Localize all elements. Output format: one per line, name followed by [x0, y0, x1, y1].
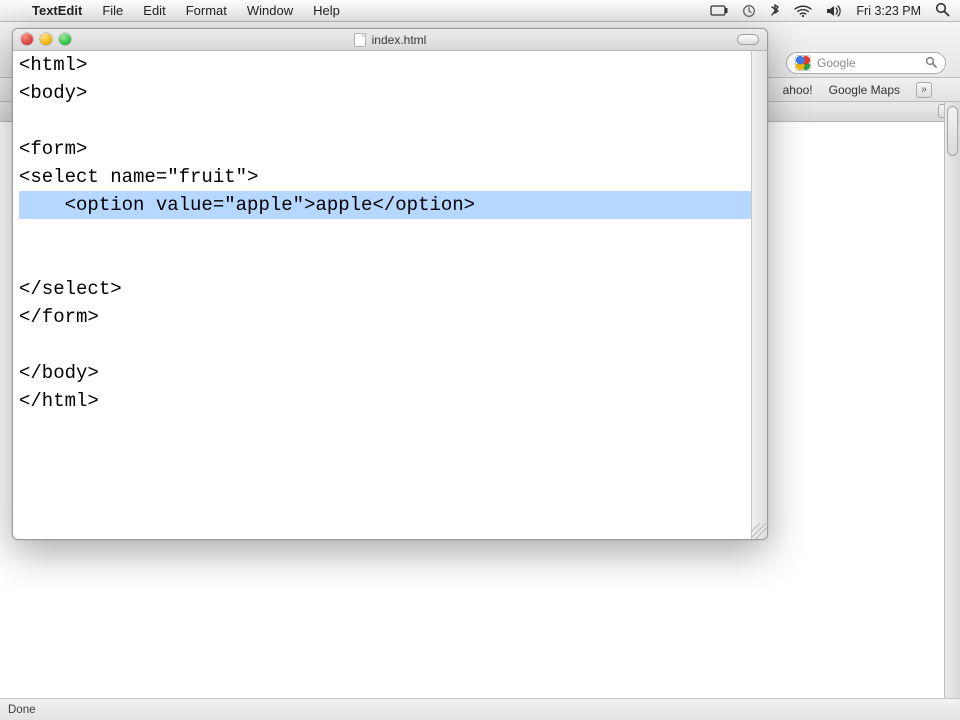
search-icon — [925, 56, 937, 71]
menu-window[interactable]: Window — [237, 3, 303, 18]
bluetooth-menu-icon[interactable] — [770, 3, 780, 19]
menu-format[interactable]: Format — [176, 3, 237, 18]
toolbar-toggle-button[interactable] — [737, 34, 759, 45]
menu-file[interactable]: File — [92, 3, 133, 18]
browser-status-bar: Done — [0, 698, 960, 720]
editor-line-selected[interactable]: <option value="apple">apple</option> — [19, 191, 751, 219]
menu-edit[interactable]: Edit — [133, 3, 175, 18]
menu-bar: TextEdit File Edit Format Window Help Fr… — [0, 0, 960, 22]
editor-line[interactable]: <body> — [19, 79, 751, 107]
editor-line[interactable]: <form> — [19, 135, 751, 163]
textedit-window: index.html <html><body> <form><select na… — [12, 28, 768, 540]
menu-help[interactable]: Help — [303, 3, 350, 18]
document-icon — [354, 33, 366, 47]
editor-line[interactable] — [19, 107, 751, 135]
editor-line[interactable] — [19, 331, 751, 359]
volume-menu-icon[interactable] — [826, 4, 842, 18]
editor-vertical-scrollbar[interactable] — [751, 51, 767, 539]
wifi-menu-icon[interactable] — [794, 5, 812, 17]
window-close-button[interactable] — [21, 33, 33, 45]
browser-search-placeholder: Google — [817, 56, 856, 70]
editor-line[interactable]: </body> — [19, 359, 751, 387]
time-machine-menu-icon[interactable] — [742, 4, 756, 18]
browser-scroll-thumb[interactable] — [947, 106, 958, 156]
editor-line[interactable]: </html> — [19, 387, 751, 415]
window-resize-grip[interactable] — [751, 523, 767, 539]
editor-line[interactable]: <html> — [19, 51, 751, 79]
editor-line[interactable]: <select name="fruit"> — [19, 163, 751, 191]
editor-line[interactable] — [19, 247, 751, 275]
text-editor-area[interactable]: <html><body> <form><select name="fruit">… — [19, 51, 751, 537]
google-icon — [795, 55, 811, 71]
menu-clock[interactable]: Fri 3:23 PM — [856, 4, 921, 18]
bookmark-google-maps[interactable]: Google Maps — [829, 83, 900, 97]
browser-vertical-scrollbar[interactable] — [944, 102, 960, 698]
app-menu[interactable]: TextEdit — [22, 3, 92, 18]
bookmark-overflow-icon[interactable]: » — [916, 82, 932, 98]
spotlight-icon[interactable] — [935, 2, 950, 20]
display-menu-icon[interactable] — [710, 5, 728, 17]
window-minimize-button[interactable] — [40, 33, 52, 45]
status-text: Done — [8, 704, 36, 716]
window-title: index.html — [372, 33, 427, 47]
editor-line[interactable] — [19, 219, 751, 247]
editor-line[interactable]: </select> — [19, 275, 751, 303]
editor-line[interactable]: </form> — [19, 303, 751, 331]
window-zoom-button[interactable] — [59, 33, 71, 45]
window-titlebar[interactable]: index.html — [13, 29, 767, 51]
bookmark-yahoo[interactable]: ahoo! — [783, 83, 813, 97]
browser-search-field[interactable]: Google — [786, 52, 946, 74]
